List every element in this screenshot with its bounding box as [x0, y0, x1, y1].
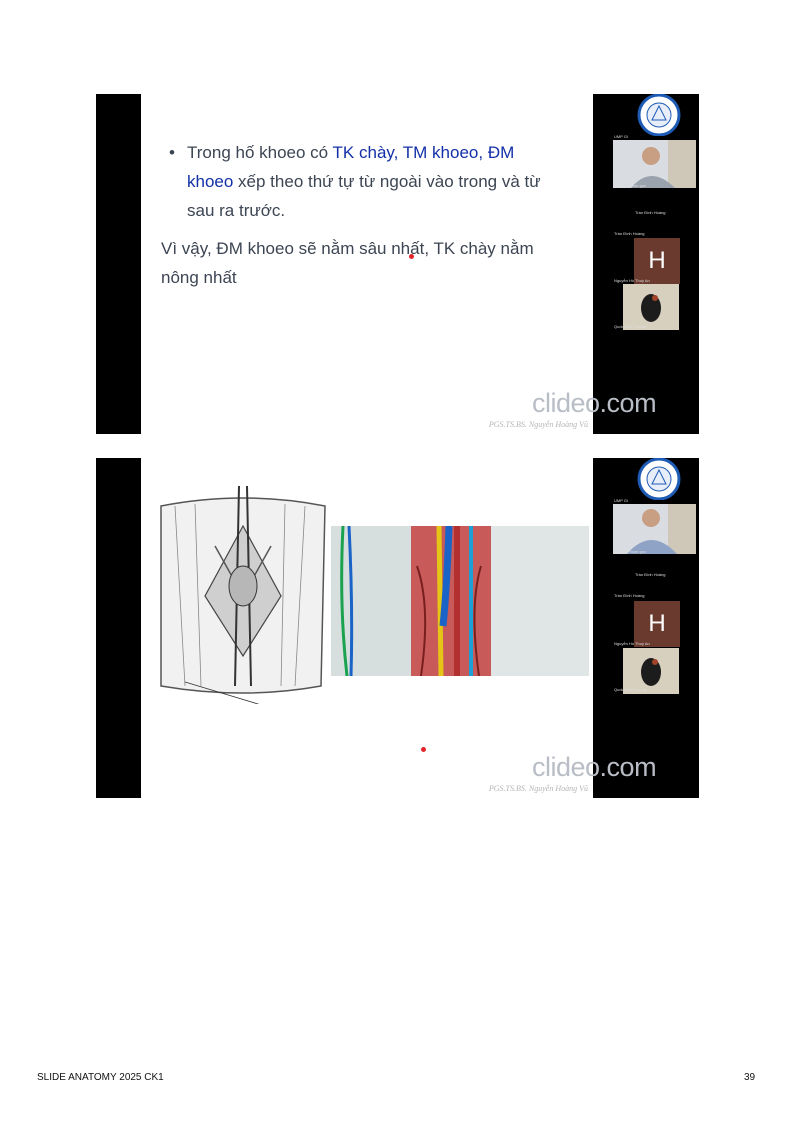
- slide-1-content: • Trong hố khoeo có TK chày, TM khoeo, Đ…: [141, 94, 593, 434]
- presenter-video-caption: Nguyen Hoan gnx: [614, 549, 647, 554]
- slide-2-frame: PGS.TS.BS. Nguyễn Hoàng Vũ UMP Gi Nguyen…: [96, 458, 699, 798]
- laser-pointer-dot: [421, 747, 426, 752]
- document-footer-title: SLIDE ANATOMY 2025 CK1: [37, 1072, 164, 1083]
- bullet-text-end: xếp theo thứ tự từ ngoài vào trong và từ…: [187, 172, 541, 220]
- host-name-small: Trần Đình Hoàng: [614, 231, 645, 236]
- host-name-label: Trần Đình Hoàng: [635, 210, 666, 215]
- presenter-video-feed: [613, 504, 696, 554]
- participant-2-name: Nguyễn Hồ Thuỳ An: [614, 278, 650, 283]
- slide-2-content: PGS.TS.BS. Nguyễn Hoàng Vũ: [141, 458, 593, 798]
- presenter-video-feed: [613, 140, 696, 188]
- author-credit: PGS.TS.BS. Nguyễn Hoàng Vũ: [488, 420, 588, 429]
- bullet-paragraph: • Trong hố khoeo có TK chày, TM khoeo, Đ…: [169, 138, 561, 225]
- video-participants-panel: UMP Gi Nguyen Hoan gnx Trần Đình Hoàng T…: [593, 94, 699, 434]
- host-name-small: Trần Đình Hoàng: [614, 593, 645, 598]
- top-tag-label: UMP Gi: [614, 498, 628, 503]
- video-participants-panel: UMP Gi Nguyen Hoan gnx Trần Đình Hoàng T…: [593, 458, 699, 798]
- presenter-video-caption: Nguyen Hoan gnx: [614, 183, 647, 188]
- clideo-watermark: clideo.com: [532, 752, 657, 782]
- clideo-watermark: clideo.com: [532, 388, 657, 418]
- host-name-label: Trần Đình Hoàng: [635, 572, 666, 577]
- popliteal-fossa-drawing: [155, 486, 331, 704]
- cross-section-illustration: [331, 526, 589, 676]
- participant-3-name: Quốc Bảo Trương: [614, 324, 647, 329]
- bullet-dot: •: [169, 143, 175, 162]
- participant-3-name: Quốc Bảo Trương: [614, 687, 647, 692]
- author-credit: PGS.TS.BS. Nguyễn Hoàng Vũ: [488, 784, 588, 793]
- participant-2-name: Nguyễn Hồ Thuỳ An: [614, 641, 650, 646]
- university-logo: [637, 458, 681, 500]
- page-number: 39: [744, 1072, 756, 1083]
- presenter-video-tile[interactable]: Nguyen Hoan gnx: [613, 140, 696, 188]
- slide-1-frame: • Trong hố khoeo có TK chày, TM khoeo, Đ…: [96, 94, 699, 434]
- presenter-video-tile[interactable]: Nguyen Hoan gnx: [613, 504, 696, 554]
- university-logo: [637, 94, 681, 136]
- conclusion-paragraph: Vì vậy, ĐM khoeo sẽ nằm sâu nhất, TK chà…: [161, 239, 534, 287]
- top-tag-label: UMP Gi: [614, 134, 628, 139]
- laser-pointer-dot: [409, 254, 414, 259]
- bullet-text-start: Trong hố khoeo có: [187, 143, 333, 162]
